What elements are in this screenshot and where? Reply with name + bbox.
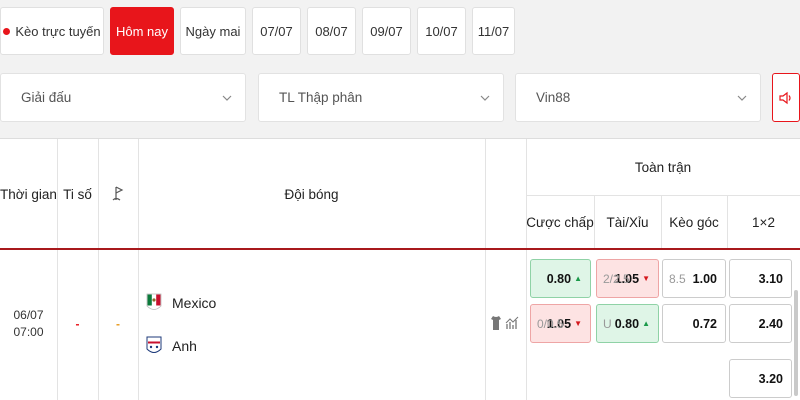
stats-icon[interactable] (505, 316, 519, 330)
vertical-scrollbar[interactable] (794, 290, 798, 396)
chevron-down-icon (222, 95, 232, 101)
match-time: 07:00 (13, 325, 44, 339)
header-teams: Đội bóng (284, 186, 339, 202)
sound-toggle-button[interactable] (772, 73, 800, 122)
tab-tomorrow[interactable]: Ngày mai (180, 7, 246, 55)
tab-date-11-07[interactable]: 11/07 (472, 7, 515, 55)
handicap-home-odd[interactable]: 0.80 ▲ (530, 259, 591, 298)
under-odd[interactable]: U 0.80 ▲ (596, 304, 659, 343)
tab-date-09-07[interactable]: 09/07 (362, 7, 411, 55)
chevron-down-icon (480, 95, 490, 101)
header-over-under: Tài/Xỉu (606, 214, 649, 230)
tab-live[interactable]: Kèo trực tuyến (0, 7, 104, 55)
handicap-away-odd[interactable]: 0/0.5 1.05 ▼ (530, 304, 591, 343)
header-1x2: 1×2 (752, 214, 775, 230)
column-divider (485, 139, 486, 400)
match-score: - (75, 317, 80, 331)
odd-draw[interactable]: 2.40 (729, 304, 792, 343)
odds-table: Thời gian Ti số Đội bóng Toàn trận Cược … (0, 138, 800, 400)
tab-date-07-07[interactable]: 07/07 (252, 7, 301, 55)
arrow-up-icon: ▲ (642, 319, 650, 328)
tab-today[interactable]: Hôm nay (110, 7, 174, 55)
match-corner-score: - (116, 317, 120, 331)
odd-home-win[interactable]: 3.10 (729, 259, 792, 298)
over-odd[interactable]: 2/2.5 1.05 ▼ (596, 259, 659, 298)
match-date: 06/07 (13, 308, 44, 322)
england-crest-icon (146, 336, 162, 353)
odd-away-win[interactable]: 3.20 (729, 359, 792, 398)
arrow-down-icon: ▼ (642, 274, 650, 283)
header-divider (0, 248, 800, 250)
shirt-icon[interactable] (490, 315, 502, 331)
arrow-down-icon: ▼ (574, 319, 582, 328)
bookmaker-select[interactable]: Vin88 (515, 73, 761, 122)
arrow-up-icon: ▲ (574, 274, 582, 283)
corner-over-odd[interactable]: 8.5 1.00 (662, 259, 726, 298)
speaker-icon (779, 91, 791, 104)
away-team[interactable]: Anh (146, 336, 197, 356)
corner-flag-icon (112, 186, 124, 201)
corner-under-odd[interactable]: 0.72 (662, 304, 726, 343)
match-tools (490, 315, 519, 331)
league-select[interactable]: Giải đấu (0, 73, 246, 122)
mexico-crest-icon (146, 293, 162, 310)
home-team[interactable]: Mexico (146, 293, 216, 313)
header-corner (98, 139, 138, 249)
live-dot-icon (3, 27, 11, 35)
chevron-down-icon (737, 95, 747, 101)
header-handicap: Cược chấp (526, 214, 594, 230)
tab-date-10-07[interactable]: 10/07 (417, 7, 466, 55)
tab-date-08-07[interactable]: 08/07 (307, 7, 356, 55)
odds-format-select[interactable]: TL Thập phân (258, 73, 504, 122)
header-score: Ti số (63, 186, 92, 202)
header-corners: Kèo góc (669, 214, 719, 230)
header-full-match: Toàn trận (634, 159, 692, 175)
header-time: Thời gian (0, 186, 57, 202)
